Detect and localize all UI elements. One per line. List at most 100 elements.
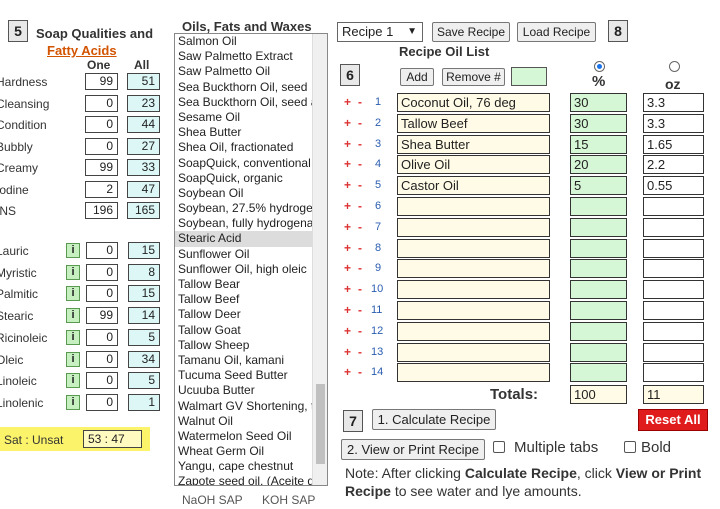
oil-scrollbar[interactable] xyxy=(312,34,327,485)
recipe-percent-input[interactable]: 5 xyxy=(570,176,627,196)
recipe-percent-input[interactable]: 20 xyxy=(570,155,627,175)
add-row-icon[interactable]: + xyxy=(344,157,351,171)
add-row-icon[interactable]: + xyxy=(344,199,351,213)
oil-list-item[interactable]: Shea Butter xyxy=(175,125,327,140)
oil-list-item[interactable]: Tallow Deer xyxy=(175,307,327,322)
recipe-oz-input[interactable]: 2.2 xyxy=(643,155,704,175)
oil-list-item[interactable]: Watermelon Seed Oil xyxy=(175,429,327,444)
remove-button[interactable]: Remove # xyxy=(442,68,505,86)
recipe-oz-input[interactable] xyxy=(643,363,704,383)
recipe-percent-input[interactable]: 30 xyxy=(570,113,627,133)
oil-list-item[interactable]: Tamanu Oil, kamani xyxy=(175,353,327,368)
oil-list-item[interactable]: Soybean, 27.5% hydrogen xyxy=(175,201,327,216)
info-button[interactable]: i xyxy=(66,373,80,389)
recipe-oil-cell[interactable] xyxy=(397,259,550,279)
oil-list-item[interactable]: Tallow Bear xyxy=(175,277,327,292)
recipe-select[interactable]: Recipe 1 ▼ xyxy=(337,22,423,42)
recipe-oz-input[interactable] xyxy=(643,321,704,341)
recipe-oil-cell[interactable]: Tallow Beef xyxy=(397,113,550,133)
add-row-icon[interactable]: + xyxy=(344,282,351,296)
remove-row-icon[interactable]: - xyxy=(358,116,362,130)
oil-list-item[interactable]: Tallow Beef xyxy=(175,292,327,307)
recipe-percent-input[interactable]: 15 xyxy=(570,134,627,154)
recipe-oil-cell[interactable]: Castor Oil xyxy=(397,176,550,196)
oil-list-item[interactable]: SoapQuick, conventional xyxy=(175,156,327,171)
oil-list-item[interactable]: Sesame Oil xyxy=(175,110,327,125)
remove-row-icon[interactable]: - xyxy=(358,282,362,296)
recipe-oz-input[interactable] xyxy=(643,301,704,320)
recipe-oil-cell[interactable] xyxy=(397,301,550,320)
oil-list-item[interactable]: Tucuma Seed Butter xyxy=(175,368,327,383)
recipe-oil-cell[interactable]: Olive Oil xyxy=(397,155,550,175)
remove-row-icon[interactable]: - xyxy=(358,241,362,255)
recipe-oil-cell[interactable] xyxy=(397,197,550,216)
recipe-percent-input[interactable] xyxy=(570,217,627,237)
recipe-percent-input[interactable] xyxy=(570,197,627,216)
recipe-percent-input[interactable] xyxy=(570,280,627,300)
recipe-percent-input[interactable] xyxy=(570,363,627,383)
remove-row-icon[interactable]: - xyxy=(358,220,362,234)
recipe-oil-cell[interactable] xyxy=(397,363,550,383)
add-row-icon[interactable]: + xyxy=(344,220,351,234)
recipe-oil-cell[interactable] xyxy=(397,217,550,237)
oil-list-item[interactable]: Soybean, fully hydrogenat xyxy=(175,216,327,231)
remove-row-icon[interactable]: - xyxy=(358,178,362,192)
remove-row-icon[interactable]: - xyxy=(358,345,362,359)
view-print-recipe-button[interactable]: 2. View or Print Recipe xyxy=(341,439,485,460)
recipe-oz-input[interactable] xyxy=(643,259,704,279)
info-button[interactable]: i xyxy=(66,264,80,280)
recipe-percent-input[interactable] xyxy=(570,342,627,362)
oil-list-item[interactable]: Tallow Goat xyxy=(175,323,327,338)
oil-list-item[interactable]: Sunflower Oil, high oleic xyxy=(175,262,327,277)
remove-number-input[interactable] xyxy=(511,67,547,86)
oil-list-item[interactable]: SoapQuick, organic xyxy=(175,171,327,186)
oil-list-item[interactable]: Stearic Acid xyxy=(175,231,327,247)
add-row-icon[interactable]: + xyxy=(344,303,351,317)
recipe-oil-cell[interactable] xyxy=(397,321,550,341)
info-button[interactable]: i xyxy=(66,329,80,345)
oil-list-item[interactable]: Yangu, cape chestnut xyxy=(175,459,327,474)
add-row-icon[interactable]: + xyxy=(344,261,351,275)
info-button[interactable]: i xyxy=(66,394,80,410)
oil-list-item[interactable]: Saw Palmetto Extract xyxy=(175,49,327,64)
recipe-oz-input[interactable]: 1.65 xyxy=(643,134,704,154)
recipe-oz-input[interactable] xyxy=(643,280,704,300)
calculate-recipe-button[interactable]: 1. Calculate Recipe xyxy=(372,409,496,430)
load-recipe-button[interactable]: Load Recipe xyxy=(517,22,596,42)
oil-list-item[interactable]: Ucuuba Butter xyxy=(175,383,327,398)
recipe-oz-input[interactable]: 0.55 xyxy=(643,176,704,196)
add-row-icon[interactable]: + xyxy=(344,241,351,255)
oil-list-item[interactable]: Tallow Sheep xyxy=(175,338,327,353)
recipe-oil-cell[interactable]: Coconut Oil, 76 deg xyxy=(397,93,550,112)
recipe-percent-input[interactable] xyxy=(570,301,627,320)
oil-list-item[interactable]: Wheat Germ Oil xyxy=(175,444,327,459)
recipe-oz-input[interactable] xyxy=(643,238,704,258)
recipe-percent-input[interactable]: 30 xyxy=(570,93,627,112)
bold-checkbox[interactable] xyxy=(624,441,636,453)
recipe-oz-input[interactable] xyxy=(643,197,704,216)
oil-list-item[interactable]: Sea Buckthorn Oil, seed xyxy=(175,80,327,95)
add-row-icon[interactable]: + xyxy=(344,324,351,338)
recipe-oil-cell[interactable] xyxy=(397,342,550,362)
recipe-oil-cell[interactable] xyxy=(397,280,550,300)
add-row-icon[interactable]: + xyxy=(344,95,351,109)
add-row-icon[interactable]: + xyxy=(344,178,351,192)
recipe-oz-input[interactable] xyxy=(643,217,704,237)
recipe-oz-input[interactable]: 3.3 xyxy=(643,113,704,133)
remove-row-icon[interactable]: - xyxy=(358,199,362,213)
info-button[interactable]: i xyxy=(66,286,80,302)
info-button[interactable]: i xyxy=(66,351,80,367)
remove-row-icon[interactable]: - xyxy=(358,137,362,151)
add-row-icon[interactable]: + xyxy=(344,345,351,359)
recipe-oz-input[interactable] xyxy=(643,342,704,362)
remove-row-icon[interactable]: - xyxy=(358,95,362,109)
oil-listbox[interactable]: Salmon Oil Saw Palmetto Extract Saw Palmet… xyxy=(174,33,328,486)
recipe-oz-input[interactable]: 3.3 xyxy=(643,93,704,112)
oil-list-item[interactable]: Zapote seed oil, (Aceite d xyxy=(175,474,327,485)
add-row-icon[interactable]: + xyxy=(344,365,351,379)
add-button[interactable]: Add xyxy=(400,68,434,86)
oil-list-item[interactable]: Sunflower Oil xyxy=(175,247,327,262)
oil-list-item[interactable]: Sea Buckthorn Oil, seed a xyxy=(175,95,327,110)
remove-row-icon[interactable]: - xyxy=(358,365,362,379)
save-recipe-button[interactable]: Save Recipe xyxy=(432,22,510,42)
